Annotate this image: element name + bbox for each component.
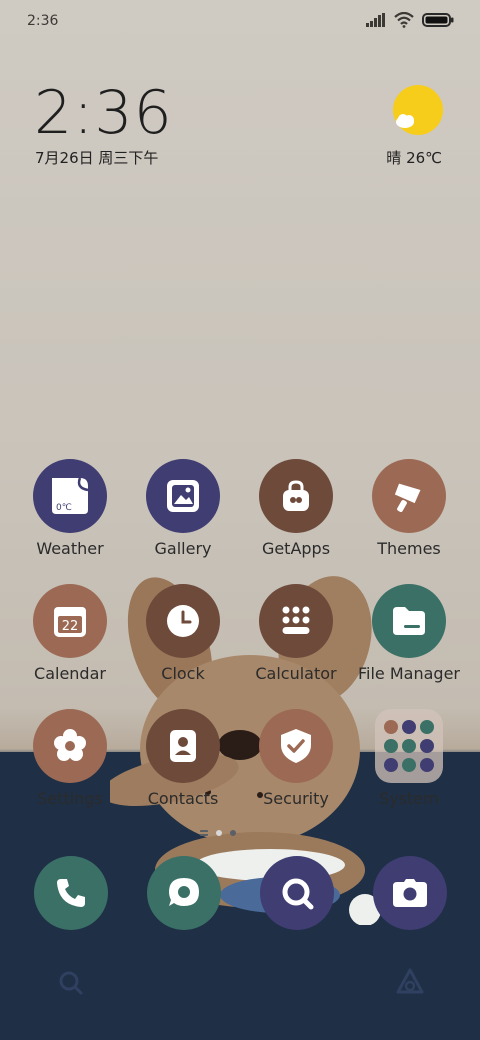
app-label: Calendar bbox=[34, 664, 106, 683]
app-clock[interactable]: Clock bbox=[127, 584, 239, 683]
app-label: Contacts bbox=[147, 789, 219, 808]
weather-widget-text: 晴 26℃ bbox=[386, 149, 442, 167]
app-label: Weather bbox=[36, 539, 104, 558]
settings-icon bbox=[33, 709, 107, 783]
clock-widget-time[interactable]: 2:36 bbox=[34, 78, 173, 148]
folder-grid-icon bbox=[375, 709, 443, 783]
folder-icon bbox=[372, 584, 446, 658]
app-label: Themes bbox=[377, 539, 441, 558]
app-getapps[interactable]: GetApps bbox=[240, 459, 352, 558]
app-label: Security bbox=[263, 789, 329, 808]
page-dot-active bbox=[216, 830, 222, 836]
app-label: Clock bbox=[161, 664, 205, 683]
gallery-icon bbox=[146, 459, 220, 533]
clock-widget-date: 7月26日 周三下午 bbox=[35, 149, 159, 167]
page-indicator[interactable] bbox=[200, 830, 236, 836]
camera-icon[interactable] bbox=[373, 856, 447, 930]
app-settings[interactable]: Settings bbox=[14, 709, 126, 808]
clock-icon bbox=[146, 584, 220, 658]
app-label: Calculator bbox=[255, 664, 337, 683]
app-label: File Manager bbox=[358, 664, 460, 683]
search-icon[interactable] bbox=[260, 856, 334, 930]
bottom-search-icon[interactable] bbox=[58, 970, 84, 996]
app-security[interactable]: Security bbox=[240, 709, 352, 808]
app-system-folder[interactable]: System bbox=[353, 709, 465, 808]
weather-icon: 0℃ bbox=[33, 459, 107, 533]
sun-cloud-icon bbox=[393, 85, 443, 135]
wifi-icon bbox=[394, 12, 414, 28]
signal-icon bbox=[366, 13, 385, 27]
calculator-icon bbox=[259, 584, 333, 658]
app-label: System bbox=[379, 789, 439, 808]
phone-icon[interactable] bbox=[34, 856, 108, 930]
bottom-assistant-icon[interactable] bbox=[396, 968, 424, 994]
shield-icon bbox=[259, 709, 333, 783]
page-dot bbox=[230, 830, 236, 836]
app-contacts[interactable]: Contacts bbox=[127, 709, 239, 808]
page-indicator-feed bbox=[200, 830, 208, 836]
status-time: 2:36 bbox=[27, 13, 59, 29]
app-themes[interactable]: Themes bbox=[353, 459, 465, 558]
app-calculator[interactable]: Calculator bbox=[240, 584, 352, 683]
bag-icon bbox=[259, 459, 333, 533]
message-icon[interactable] bbox=[147, 856, 221, 930]
app-weather[interactable]: 0℃ Weather bbox=[14, 459, 126, 558]
status-icons bbox=[366, 12, 454, 28]
app-label: Settings bbox=[37, 789, 103, 808]
app-label: GetApps bbox=[261, 539, 331, 558]
calendar-icon: 22 bbox=[33, 584, 107, 658]
app-gallery[interactable]: Gallery bbox=[127, 459, 239, 558]
battery-icon bbox=[422, 13, 454, 27]
contacts-icon bbox=[146, 709, 220, 783]
app-calendar[interactable]: 22 Calendar bbox=[14, 584, 126, 683]
weather-widget[interactable] bbox=[392, 84, 444, 136]
brush-icon bbox=[372, 459, 446, 533]
app-label: Gallery bbox=[154, 539, 212, 558]
weather-icon-temp: 0℃ bbox=[56, 503, 72, 513]
calendar-date: 22 bbox=[62, 619, 79, 634]
app-file-manager[interactable]: File Manager bbox=[353, 584, 465, 683]
status-bar: 2:36 bbox=[0, 0, 480, 44]
